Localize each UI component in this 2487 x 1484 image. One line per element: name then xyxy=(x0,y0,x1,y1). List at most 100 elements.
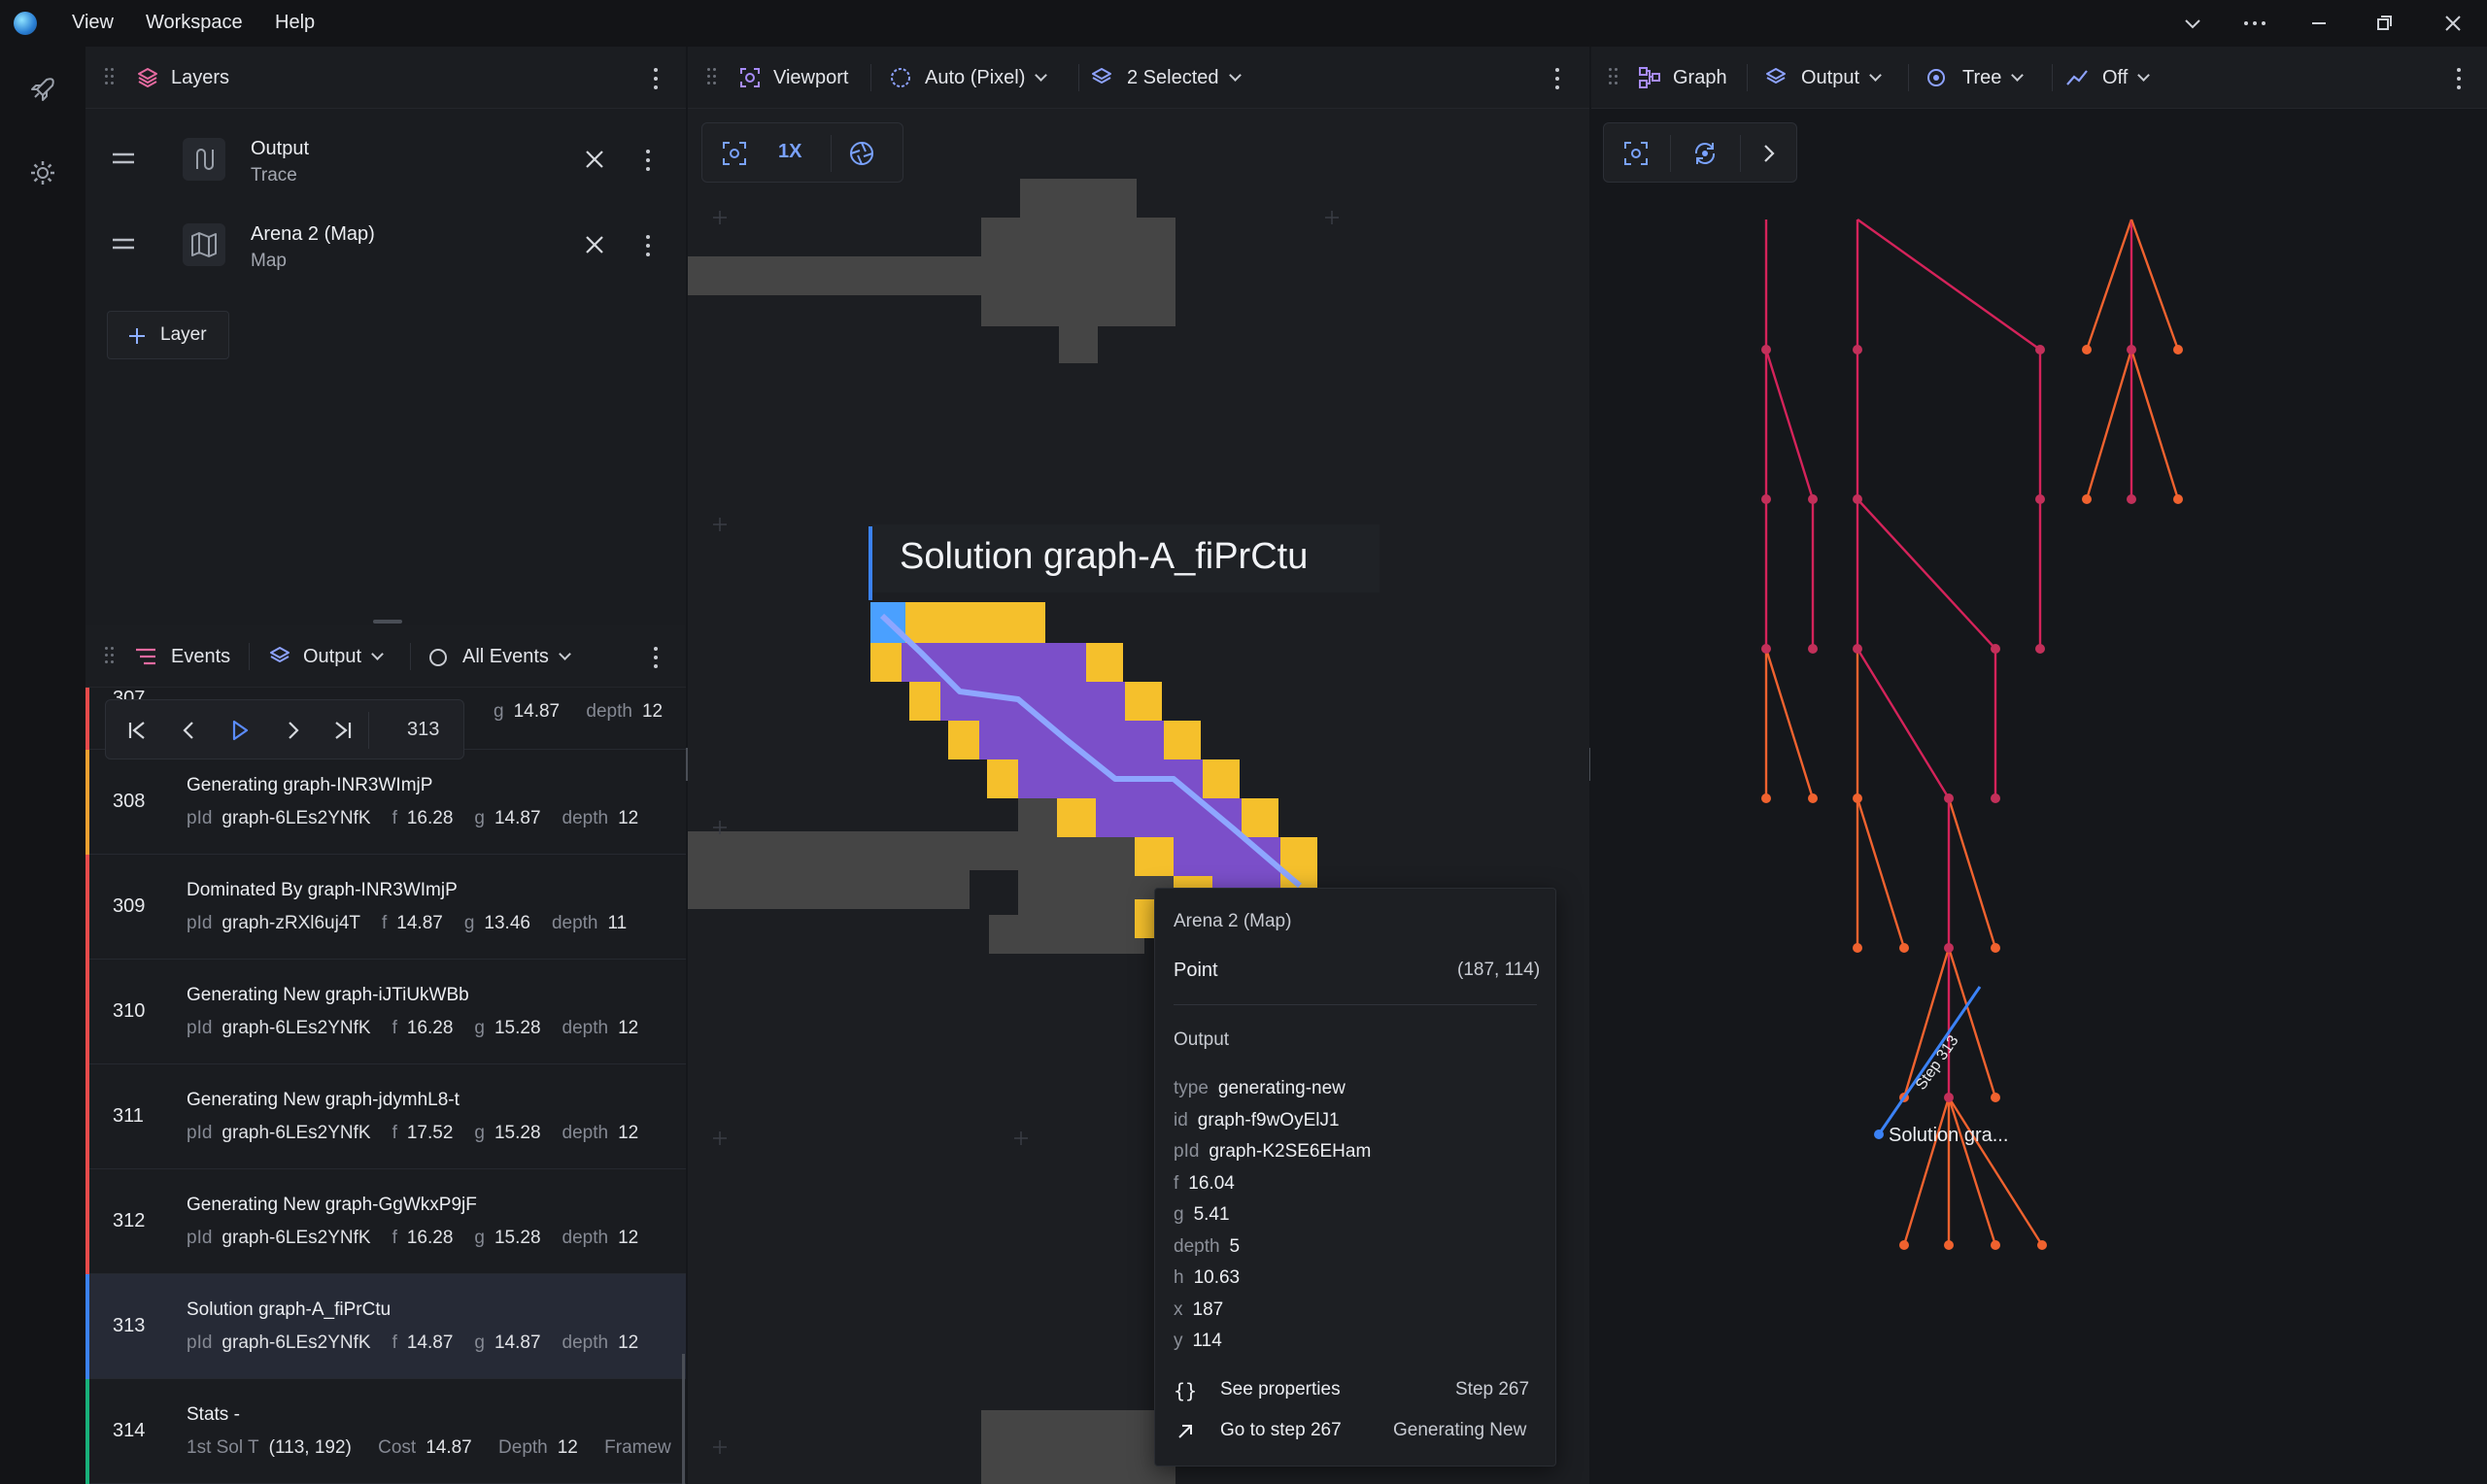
tree-edge xyxy=(1947,1096,1997,1246)
tree-node xyxy=(1944,1240,1954,1250)
step-back-icon[interactable] xyxy=(180,720,199,741)
tree-node xyxy=(1808,494,1818,504)
events-scrollbar[interactable] xyxy=(682,1354,685,1484)
events-source-dropdown[interactable]: Output xyxy=(303,625,384,688)
remove-layer-icon[interactable] xyxy=(585,150,604,169)
tree-edge xyxy=(1947,1096,2044,1246)
rocket-icon[interactable] xyxy=(27,74,58,105)
tree-node xyxy=(2173,345,2183,354)
menu-workspace[interactable]: Workspace xyxy=(146,12,243,34)
fit-view-icon[interactable] xyxy=(1623,141,1649,166)
settings-gear-icon[interactable] xyxy=(27,157,58,188)
circle-icon xyxy=(429,649,447,666)
skip-first-icon[interactable] xyxy=(127,720,147,741)
selection-dropdown[interactable]: 2 Selected xyxy=(1127,47,1242,109)
event-row-selected[interactable]: 313 Solution graph-A_fiPrCtu pId graph-6LEs… xyxy=(85,1274,686,1379)
chevron-right-icon[interactable] xyxy=(1759,143,1779,164)
tree-node xyxy=(2082,345,2092,354)
panel-resize-handle[interactable] xyxy=(373,620,402,624)
auto-follow-icon[interactable] xyxy=(1691,140,1719,167)
tooltip-prop-row: depth 5 xyxy=(1174,1235,1241,1257)
event-title: Generating New graph-jdymhL8-t xyxy=(187,1090,460,1110)
graph-source-label: Output xyxy=(1801,66,1860,88)
minimize-icon[interactable] xyxy=(2308,14,2330,33)
aperture-icon[interactable] xyxy=(848,140,875,167)
event-title: Stats - xyxy=(187,1404,240,1425)
layer-type: Trace xyxy=(251,165,297,186)
event-row[interactable]: 312 Generating New graph-GgWkxP9jF pId grap… xyxy=(85,1169,686,1274)
event-number: 312 xyxy=(113,1210,146,1231)
more-horizontal-icon[interactable] xyxy=(2242,14,2267,33)
tree-node xyxy=(2035,345,2045,354)
add-layer-button[interactable]: Layer xyxy=(107,311,229,359)
restore-icon[interactable] xyxy=(2374,14,2396,33)
tooltip-divider xyxy=(1174,1004,1537,1005)
events-list-icon xyxy=(136,648,155,665)
target-icon xyxy=(1927,69,1945,86)
current-step-input[interactable]: 313 xyxy=(407,719,439,741)
zoom-level-button[interactable]: 1X xyxy=(778,141,801,163)
tooltip-prop-row: x 187 xyxy=(1174,1298,1224,1320)
tree-node xyxy=(2035,644,2045,654)
event-row[interactable]: 309 Dominated By graph-INR3WImjP pId graph-… xyxy=(85,855,686,960)
tree-node xyxy=(1853,943,1862,953)
drag-lines-icon[interactable] xyxy=(113,152,134,165)
event-meta: pId graph-6LEs2YNfK f 17.52 g 15.28 depth 12 xyxy=(187,1123,639,1143)
step-forward-icon[interactable] xyxy=(283,720,302,741)
graph-trend-label: Off xyxy=(2102,66,2129,88)
drag-handle-icon[interactable] xyxy=(707,68,719,87)
play-icon[interactable] xyxy=(230,720,250,741)
graph-menu-icon[interactable] xyxy=(2456,68,2462,89)
menu-help[interactable]: Help xyxy=(275,12,315,34)
solution-label: Solution graph-A_fiPrCtu xyxy=(900,536,1309,577)
go-to-step-action[interactable]: Go to step 267 Generating New xyxy=(1172,1418,1541,1447)
go-to-step-type: Generating New xyxy=(1393,1420,1527,1440)
drag-handle-icon[interactable] xyxy=(105,647,117,666)
tree-node xyxy=(1808,793,1818,803)
tree-node xyxy=(1853,494,1862,504)
layers-menu-icon[interactable] xyxy=(653,68,659,89)
events-title: Events xyxy=(171,645,231,667)
chevron-down-icon xyxy=(1035,68,1048,82)
layer-menu-icon[interactable] xyxy=(645,150,651,171)
remove-layer-icon[interactable] xyxy=(585,235,604,254)
graph-source-dropdown[interactable]: Output xyxy=(1801,47,1882,109)
event-row[interactable]: 311 Generating New graph-jdymhL8-t pId grap… xyxy=(85,1064,686,1169)
graph-layout-dropdown[interactable]: Tree xyxy=(1962,47,2025,109)
tree-node xyxy=(1761,494,1771,504)
events-filter-dropdown[interactable]: All Events xyxy=(462,625,571,688)
app-logo xyxy=(14,12,37,35)
event-title: Solution graph-A_fiPrCtu xyxy=(187,1299,392,1320)
viewport-icon xyxy=(740,68,760,87)
layer-menu-icon[interactable] xyxy=(645,235,651,256)
drag-lines-icon[interactable] xyxy=(113,237,134,251)
menu-bar: View Workspace Help xyxy=(0,0,2487,47)
tree-edge xyxy=(1764,648,1815,799)
close-window-icon[interactable] xyxy=(2442,14,2464,33)
tree-node xyxy=(2173,494,2183,504)
selection-label: 2 Selected xyxy=(1127,66,1219,88)
trace-layer-icon xyxy=(183,138,225,181)
event-row[interactable]: 310 Generating New graph-iJTiUkWBb pId grap… xyxy=(85,960,686,1064)
tree-node xyxy=(1944,943,1954,953)
graph-canvas[interactable]: Step 313 Solution gra... xyxy=(1591,109,2487,1484)
events-menu-icon[interactable] xyxy=(653,647,659,668)
skip-last-icon[interactable] xyxy=(333,720,353,741)
graph-trend-dropdown[interactable]: Off xyxy=(2102,47,2151,109)
event-meta: pId graph-6LEs2YNfK f 16.28 g 15.28 depth 12 xyxy=(187,1018,639,1038)
event-row[interactable]: 308 Generating graph-INR3WImjP pId graph-6L… xyxy=(85,750,686,855)
drag-handle-icon[interactable] xyxy=(1609,68,1620,87)
viewport-menu-icon[interactable] xyxy=(1554,68,1560,89)
layer-item[interactable]: Output Trace xyxy=(85,117,686,200)
menu-view[interactable]: View xyxy=(72,12,114,34)
tree-edge xyxy=(2085,219,2133,351)
event-row-stats[interactable]: 314 Stats - 1st Sol T (113, 192) Cost 14.8… xyxy=(85,1379,686,1484)
render-mode-dropdown[interactable]: Auto (Pixel) xyxy=(925,47,1048,109)
event-title: Dominated By graph-INR3WImjP xyxy=(187,880,458,900)
layer-item[interactable]: Arena 2 (Map) Map xyxy=(85,202,686,286)
see-properties-action[interactable]: {} See properties Step 267 xyxy=(1172,1377,1541,1406)
drag-handle-icon[interactable] xyxy=(105,68,117,87)
fit-view-icon[interactable] xyxy=(722,141,747,166)
graph-panel-header: Graph Output Tree Off xyxy=(1591,47,2487,109)
chevron-down-icon[interactable] xyxy=(2182,14,2203,33)
